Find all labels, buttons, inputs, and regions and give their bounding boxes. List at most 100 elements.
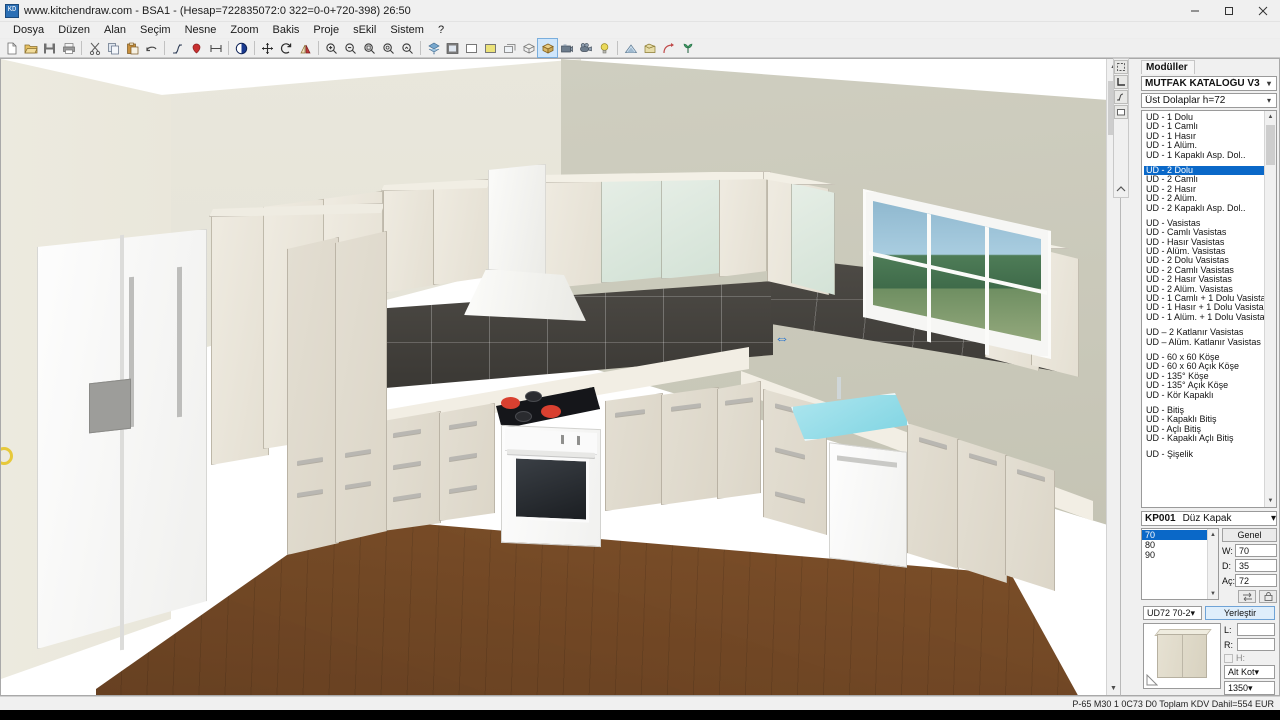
chevron-down-icon[interactable]: ▾ bbox=[1262, 96, 1276, 105]
oven-knob[interactable] bbox=[561, 434, 564, 445]
swap-icon[interactable] bbox=[1238, 590, 1256, 603]
pin-red-icon[interactable] bbox=[187, 39, 206, 57]
video-icon[interactable] bbox=[576, 39, 595, 57]
save-icon[interactable] bbox=[40, 39, 59, 57]
place-button[interactable]: Yerleştir bbox=[1205, 606, 1275, 620]
scrollbar-thumb[interactable] bbox=[1266, 125, 1275, 165]
info-icon[interactable] bbox=[232, 39, 251, 57]
dimension-icon[interactable] bbox=[206, 39, 225, 57]
light-bulb-icon[interactable] bbox=[595, 39, 614, 57]
new-file-icon[interactable] bbox=[2, 39, 21, 57]
upper-cabinet-glass[interactable] bbox=[791, 183, 835, 295]
preview-resize-icon[interactable] bbox=[1146, 673, 1159, 686]
fridge-water-dispenser[interactable] bbox=[89, 378, 131, 434]
tall-cabinet[interactable] bbox=[287, 237, 339, 555]
maximize-icon[interactable] bbox=[1212, 0, 1246, 22]
measure-icon[interactable] bbox=[168, 39, 187, 57]
upper-cabinet[interactable] bbox=[211, 207, 269, 465]
print-icon[interactable] bbox=[59, 39, 78, 57]
size-list-scrollbar[interactable]: ▲ ▼ bbox=[1207, 529, 1218, 599]
upper-cabinet[interactable] bbox=[541, 179, 603, 289]
right-input[interactable] bbox=[1237, 638, 1275, 651]
module-list-item[interactable]: UD – Alüm. Katlanır Vasistas bbox=[1144, 337, 1264, 347]
zoom-in-icon[interactable] bbox=[322, 39, 341, 57]
tall-cabinet[interactable] bbox=[335, 231, 387, 543]
upper-cabinet-glass[interactable] bbox=[601, 175, 663, 283]
collapse-icon[interactable] bbox=[1114, 182, 1128, 196]
chevron-down-icon[interactable]: ▾ bbox=[1255, 667, 1260, 678]
open-input[interactable]: 72 bbox=[1235, 574, 1277, 587]
module-list-item[interactable]: UD - 2 Kapaklı Asp. Dol.. bbox=[1144, 203, 1264, 213]
tab-moduller[interactable]: Modüller bbox=[1141, 60, 1195, 74]
range-hood-duct[interactable] bbox=[488, 164, 546, 282]
catalog-dropdown[interactable]: MUTFAK KATALOĞU V3 TR - KL ▾ bbox=[1141, 76, 1277, 91]
module-list[interactable]: UD - 1 Dolu UD - 1 Camlı UD - 1 Hasır UD - … bbox=[1141, 110, 1277, 508]
variant-dropdown[interactable]: UD72 70-2 ▾ bbox=[1143, 606, 1202, 620]
altkot-value-dropdown[interactable]: 1350 ▾ bbox=[1224, 681, 1275, 695]
chevron-down-icon[interactable]: ▾ bbox=[1191, 608, 1196, 619]
module-list-item[interactable]: UD - Kapaklı Açlı Bitiş bbox=[1144, 433, 1264, 443]
minimize-icon[interactable] bbox=[1178, 0, 1212, 22]
render-icon[interactable] bbox=[424, 39, 443, 57]
scroll-up-icon[interactable]: ▲ bbox=[1208, 529, 1218, 540]
close-icon[interactable] bbox=[1246, 0, 1280, 22]
base-cabinet[interactable] bbox=[383, 411, 441, 531]
module-list-item[interactable]: UD - Kör Kapaklı bbox=[1144, 390, 1264, 400]
mirror-icon[interactable] bbox=[296, 39, 315, 57]
chevron-down-icon[interactable]: ▾ bbox=[1271, 513, 1276, 524]
view-section-icon[interactable] bbox=[500, 39, 519, 57]
view-3d-icon[interactable] bbox=[537, 38, 558, 58]
menu-item-sistem[interactable]: Sistem bbox=[383, 23, 431, 37]
fridge-handle[interactable] bbox=[177, 266, 182, 418]
zoom-previous-icon[interactable] bbox=[398, 39, 417, 57]
plant-icon[interactable] bbox=[678, 39, 697, 57]
zoom-all-icon[interactable] bbox=[379, 39, 398, 57]
upper-cabinet-glass[interactable] bbox=[661, 173, 721, 279]
camera-icon[interactable] bbox=[557, 39, 576, 57]
chevron-down-icon[interactable]: ▾ bbox=[1262, 79, 1276, 88]
base-cabinet[interactable] bbox=[439, 403, 495, 521]
open-folder-icon[interactable] bbox=[21, 39, 40, 57]
menu-item-proje[interactable]: Proje bbox=[306, 23, 346, 37]
material-icon[interactable] bbox=[640, 39, 659, 57]
corner-tool-icon[interactable] bbox=[1114, 75, 1128, 89]
move-icon[interactable] bbox=[258, 39, 277, 57]
scroll-down-icon[interactable]: ▼ bbox=[1208, 588, 1218, 599]
general-button[interactable]: Genel bbox=[1222, 528, 1277, 542]
view-plan-icon[interactable] bbox=[462, 39, 481, 57]
measure-tool-icon[interactable] bbox=[1114, 90, 1128, 104]
menu-item-help[interactable]: ? bbox=[431, 23, 451, 37]
module-list-item[interactable]: UD - 1 Alüm. + 1 Dolu Vasistas bbox=[1144, 312, 1264, 322]
oven-knob[interactable] bbox=[577, 435, 580, 446]
lock-icon[interactable] bbox=[1259, 590, 1277, 603]
scene-canvas[interactable]: ⇔ bbox=[1, 59, 1120, 695]
module-tool-icon[interactable] bbox=[1114, 105, 1128, 119]
module-list-item[interactable]: UD - Şişelik bbox=[1144, 449, 1264, 459]
height-checkbox-row[interactable]: H: bbox=[1224, 653, 1275, 663]
width-input[interactable]: 70 bbox=[1235, 544, 1277, 557]
paste-icon[interactable] bbox=[123, 39, 142, 57]
base-cabinet[interactable] bbox=[957, 439, 1007, 583]
altkot-dropdown[interactable]: Alt Kot ▾ bbox=[1224, 665, 1275, 679]
select-tool-icon[interactable] bbox=[1114, 60, 1128, 74]
view-elevation-icon[interactable] bbox=[481, 39, 500, 57]
undo-icon[interactable] bbox=[142, 39, 161, 57]
menu-item-zoom[interactable]: Zoom bbox=[223, 23, 265, 37]
height-checkbox[interactable] bbox=[1224, 653, 1233, 663]
cut-icon[interactable] bbox=[85, 39, 104, 57]
zoom-out-icon[interactable] bbox=[341, 39, 360, 57]
menu-item-alan[interactable]: Alan bbox=[97, 23, 133, 37]
upper-cabinet[interactable] bbox=[433, 179, 489, 285]
kitchen-3d-view[interactable]: ⇔ ▲ ▼ bbox=[0, 58, 1120, 696]
upper-cabinet[interactable] bbox=[719, 171, 767, 277]
menu-item-dosya[interactable]: Dosya bbox=[6, 23, 51, 37]
zoom-window-icon[interactable] bbox=[360, 39, 379, 57]
rotate-icon[interactable] bbox=[277, 39, 296, 57]
subcatalog-dropdown[interactable]: Üst Dolaplar h=72 ▾ bbox=[1141, 93, 1277, 108]
module-code-row[interactable]: KP001 Düz Kapak ▾ bbox=[1141, 511, 1277, 526]
left-input[interactable] bbox=[1237, 623, 1275, 636]
scroll-up-icon[interactable]: ▲ bbox=[1265, 111, 1276, 123]
menu-item-secim[interactable]: Seçim bbox=[133, 23, 178, 37]
module-list-item[interactable]: UD - 1 Kapaklı Asp. Dol.. bbox=[1144, 150, 1264, 160]
texture-icon[interactable] bbox=[621, 39, 640, 57]
